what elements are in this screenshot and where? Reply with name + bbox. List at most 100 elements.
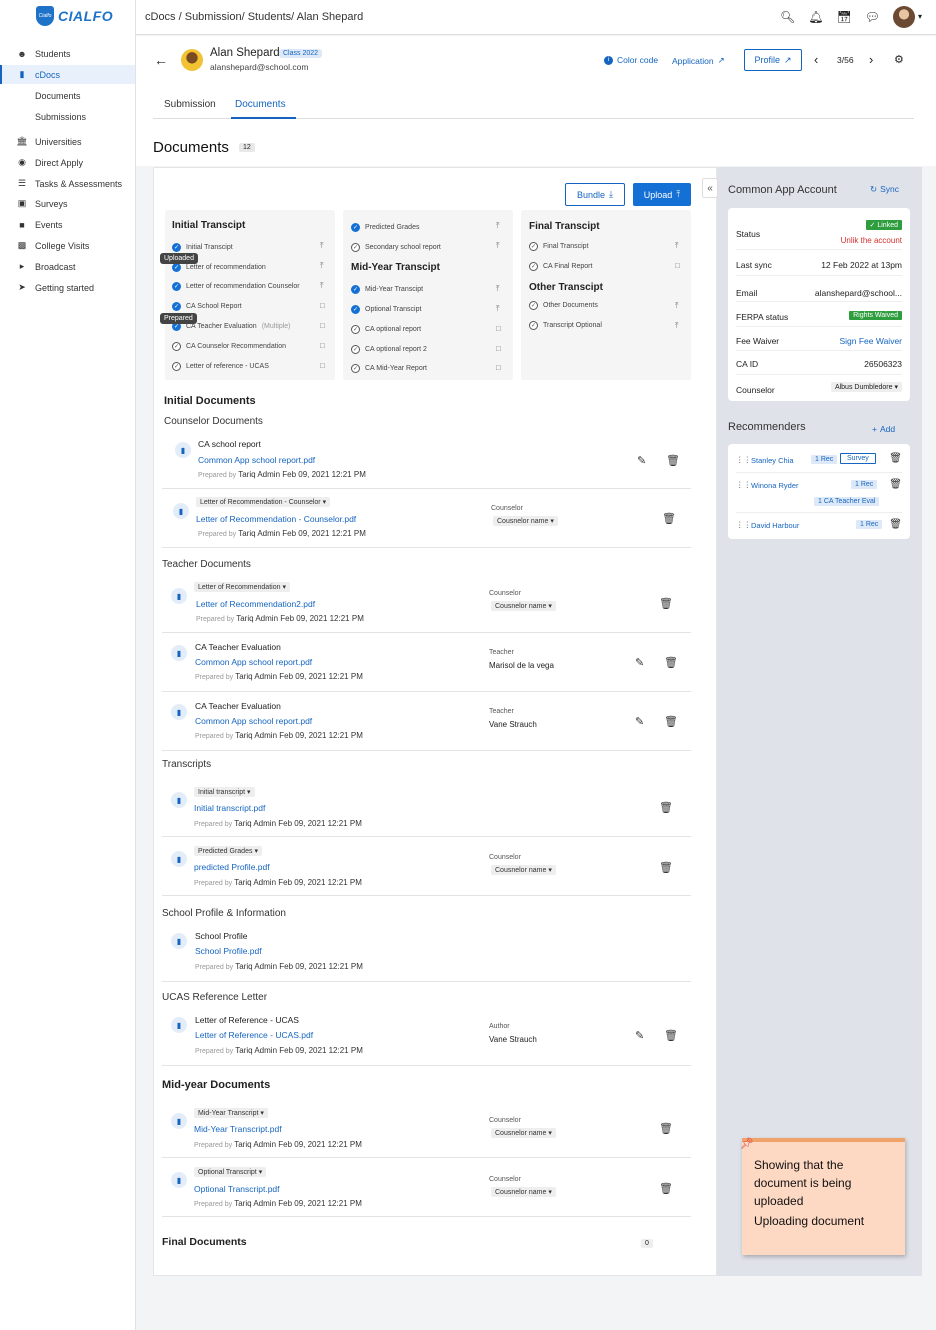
upload-icon[interactable]: ⤒ xyxy=(496,241,500,251)
trash-icon[interactable]: 🗑︎ xyxy=(664,656,678,669)
upload-icon[interactable]: ⤒ xyxy=(320,241,324,251)
edit-icon[interactable]: ✎ xyxy=(635,715,644,728)
sidebar-item-tasks[interactable]: ☰ Tasks & Assessments xyxy=(0,174,135,193)
upload-icon[interactable]: ⤒ xyxy=(320,261,324,271)
tab-documents[interactable]: Documents xyxy=(235,99,286,110)
document-link[interactable]: Initial transcript.pdf xyxy=(194,803,265,813)
document-link[interactable]: Letter of Reference - UCAS.pdf xyxy=(195,1030,313,1040)
recommender-name[interactable]: David Harbour xyxy=(751,521,799,530)
drag-handle-icon[interactable]: ⋮⋮ xyxy=(736,455,751,464)
next-student-icon[interactable]: › xyxy=(869,52,873,67)
sidebar-item-surveys[interactable]: ▣ Surveys xyxy=(0,194,135,213)
recommender-row[interactable]: ⋮⋮ Stanley Chia 1 Rec Survey 🗑︎ xyxy=(736,448,902,473)
checklist-item[interactable]: ✓ CA School Report xyxy=(172,302,242,311)
sidebar-item-direct-apply[interactable]: ◉ Direct Apply xyxy=(0,153,135,172)
sidebar-item-submissions[interactable]: Submissions xyxy=(0,107,135,126)
unlink-account-link[interactable]: Unlik the account xyxy=(841,236,902,245)
checklist-item[interactable]: ✓ CA Final Report xyxy=(529,262,592,271)
sidebar-item-getting-started[interactable]: ➤ Getting started xyxy=(0,278,135,297)
trash-icon[interactable]: 🗑︎ xyxy=(666,454,680,467)
trash-icon[interactable]: 🗑︎ xyxy=(659,801,673,814)
prev-student-icon[interactable]: ‹ xyxy=(814,52,818,67)
recommender-name[interactable]: Stanley Chia xyxy=(751,456,794,465)
bundle-button[interactable]: Bundle ⤓ xyxy=(565,183,625,206)
recommender-row[interactable]: ⋮⋮ Winona Ryder 1 Rec 1 CA Teacher Eval … xyxy=(736,474,902,513)
recommender-row[interactable]: ⋮⋮ David Harbour 1 Rec 🗑︎ xyxy=(736,514,902,536)
file-icon[interactable]: □ xyxy=(496,363,501,372)
trash-icon[interactable]: 🗑︎ xyxy=(662,512,676,525)
file-icon[interactable]: □ xyxy=(320,301,325,310)
survey-tag[interactable]: Survey xyxy=(840,453,876,464)
checklist-item[interactable]: ✓ Letter of reference - UCAS xyxy=(172,362,269,371)
sync-button[interactable]: ↻ Sync xyxy=(870,184,899,195)
checklist-item[interactable]: ✓ CA optional report 2 xyxy=(351,345,427,354)
recommender-name[interactable]: Winona Ryder xyxy=(751,481,799,490)
counselor-select[interactable]: Cousnelor name ▾ xyxy=(491,1187,556,1197)
trash-icon[interactable]: 🗑︎ xyxy=(659,1182,673,1195)
counselor-select[interactable]: Cousnelor name ▾ xyxy=(493,516,558,526)
sidebar-item-college-visits[interactable]: ▩ College Visits xyxy=(0,236,135,255)
back-arrow-icon[interactable]: ← xyxy=(154,52,168,68)
document-link[interactable]: Common App school report.pdf xyxy=(198,455,315,465)
checklist-item[interactable]: ✓ Other Documents xyxy=(529,301,598,310)
upload-icon[interactable]: ⤒ xyxy=(496,284,500,294)
file-icon[interactable]: □ xyxy=(675,261,680,270)
cialfo-logo[interactable]: Cialfo CIALFO xyxy=(36,6,113,26)
upload-icon[interactable]: ⤒ xyxy=(675,321,679,331)
document-link[interactable]: Optional Transcript.pdf xyxy=(194,1184,280,1194)
chat-icon[interactable]: 💬︎ xyxy=(865,11,880,23)
user-menu[interactable]: ▾ xyxy=(892,6,922,28)
calendar-icon[interactable]: 📅︎ xyxy=(837,11,852,23)
upload-icon[interactable]: ⤒ xyxy=(320,281,324,291)
sidebar-item-students[interactable]: ☻ Students xyxy=(0,44,135,63)
file-icon[interactable]: □ xyxy=(320,361,325,370)
collapse-panel-icon[interactable]: « xyxy=(702,178,718,198)
document-type-select[interactable]: Letter of Recommendation - Counselor ▾ xyxy=(196,497,331,507)
sidebar-item-broadcast[interactable]: ▸ Broadcast xyxy=(0,257,135,276)
document-type-select[interactable]: Letter of Recommendation ▾ xyxy=(194,582,290,592)
document-type-select[interactable]: Optional Transcript ▾ xyxy=(194,1167,267,1177)
edit-icon[interactable]: ✎ xyxy=(637,454,646,467)
document-type-select[interactable]: Predicted Grades ▾ xyxy=(194,846,262,856)
trash-icon[interactable]: 🗑︎ xyxy=(889,519,902,530)
sidebar-item-documents[interactable]: Documents xyxy=(0,86,135,105)
checklist-item[interactable]: ✓ Transcript Optional xyxy=(529,321,602,330)
color-code-link[interactable]: i Color code xyxy=(604,55,658,65)
upload-icon[interactable]: ⤒ xyxy=(675,241,679,251)
document-link[interactable]: Common App school report.pdf xyxy=(195,657,312,667)
document-type-select[interactable]: Initial transcript ▾ xyxy=(194,787,255,797)
sign-fee-waiver-link[interactable]: Sign Fee Waiver xyxy=(839,336,902,346)
trash-icon[interactable]: 🗑︎ xyxy=(889,453,902,464)
file-icon[interactable]: □ xyxy=(496,324,501,333)
counselor-select[interactable]: Cousnelor name ▾ xyxy=(491,865,556,875)
document-link[interactable]: Common App school report.pdf xyxy=(195,716,312,726)
document-type-select[interactable]: Mid-Year Transcript ▾ xyxy=(194,1108,268,1118)
document-link[interactable]: Mid-Year Transcript.pdf xyxy=(194,1124,282,1134)
checklist-item[interactable]: ✓ CA Mid-Year Report xyxy=(351,364,427,373)
counselor-select[interactable]: Cousnelor name ▾ xyxy=(491,601,556,611)
org-chart-icon[interactable]: ⚙ xyxy=(894,53,904,66)
application-link[interactable]: Application ↗ xyxy=(672,55,725,66)
upload-button[interactable]: Upload ⤒ xyxy=(633,183,691,206)
tab-submission[interactable]: Submission xyxy=(164,99,216,110)
trash-icon[interactable]: 🗑︎ xyxy=(889,479,902,490)
sidebar-item-universities[interactable]: 🏛 Universities xyxy=(0,132,135,151)
checklist-item[interactable]: ✓ Predicted Grades xyxy=(351,223,419,232)
drag-handle-icon[interactable]: ⋮⋮ xyxy=(736,520,751,529)
checklist-item[interactable]: ✓ Mid-Year Transcipt xyxy=(351,285,423,294)
drag-handle-icon[interactable]: ⋮⋮ xyxy=(736,480,751,489)
counselor-select[interactable]: Albus Dumbledore ▾ xyxy=(830,382,902,392)
document-link[interactable]: predicted Profile.pdf xyxy=(194,862,270,872)
upload-icon[interactable]: ⤒ xyxy=(496,221,500,231)
checklist-item[interactable]: ✓ CA optional report xyxy=(351,325,421,334)
profile-button[interactable]: Profile ↗ xyxy=(744,49,802,71)
checklist-item[interactable]: ✓ Letter of recommendation Counselor xyxy=(172,282,300,291)
document-link[interactable]: Letter of Recommendation2.pdf xyxy=(196,599,315,609)
upload-icon[interactable]: ⤒ xyxy=(496,304,500,314)
trash-icon[interactable]: 🗑︎ xyxy=(659,597,673,610)
trash-icon[interactable]: 🗑︎ xyxy=(664,715,678,728)
checklist-item[interactable]: ✓ Secondary school report xyxy=(351,243,441,252)
trash-icon[interactable]: 🗑︎ xyxy=(659,861,673,874)
counselor-select[interactable]: Cousnelor name ▾ xyxy=(491,1128,556,1138)
edit-icon[interactable]: ✎ xyxy=(635,1029,644,1042)
